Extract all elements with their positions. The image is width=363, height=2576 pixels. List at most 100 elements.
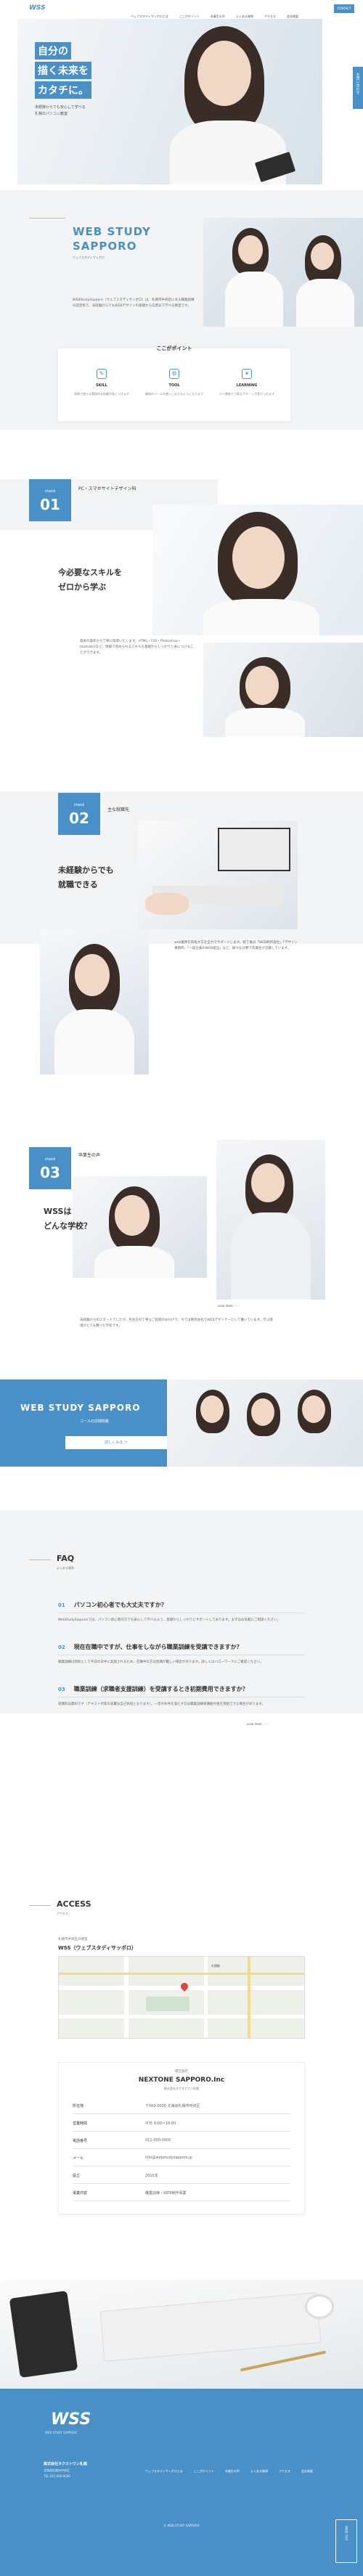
gear-icon: ⚙ (169, 369, 179, 379)
points-title: ここがポイント (156, 346, 192, 351)
row-key: 電話番号 (73, 2139, 88, 2143)
row-value: 職業訓練・WEB制作事業 (145, 2191, 187, 2196)
check03-more-link[interactable]: view more (218, 1304, 240, 1308)
page-top-button[interactable]: PAGE TOP (335, 2519, 357, 2563)
check-label: check (73, 803, 85, 807)
faq-kana: よくある質問 (57, 1566, 74, 1570)
feature-learning: ✦ LEARNING 少人数制で丁寧なサポートが受けられます (218, 369, 276, 396)
access-map[interactable]: 札幌駅 (58, 1956, 305, 2039)
faq-number: 01 (58, 1602, 65, 1608)
company-name: NEXTONE SAPPORO.Inc (138, 2076, 225, 2084)
nav-item-faq[interactable]: よくある質問 (236, 15, 253, 18)
footer-nav-item[interactable]: 卒業生の声 (225, 2469, 240, 2473)
check02-badge: check 02 (58, 793, 100, 835)
sparkle-icon: ✦ (242, 369, 252, 379)
check02-tag: 主な就職先 (107, 807, 130, 812)
company-row: 事業内容 職業訓練・WEB制作事業 (73, 2184, 290, 2201)
check03-image-2 (216, 1140, 325, 1300)
about-divider (29, 218, 65, 219)
row-value: 平日 9:00〜18:00 (145, 2121, 176, 2126)
about-kana: ウェブスタディサッポロ (73, 256, 105, 259)
footer-nav: ウェブスタディサッポロとは ここがポイント 卒業生の声 よくある質問 アクセス … (138, 2461, 313, 2475)
footer-address: 北海道札幌市中央区 (44, 2469, 70, 2472)
banner-image (167, 1379, 363, 1467)
company-row: 営業時間 平日 9:00〜18:00 (73, 2114, 290, 2132)
footer-nav-item[interactable]: ここがポイント (194, 2469, 214, 2473)
feature-tool: ⚙ TOOL 最新のツールを使いこなせるようになります (145, 369, 203, 396)
hero-heading: 自分の 描く未来を カタチに。 未経験からでも安心して学べる 札幌のパソコン教室 (35, 42, 91, 116)
row-key: メール (73, 2156, 84, 2161)
hero-sub2: 札幌のパソコン教室 (35, 112, 68, 116)
nav-item-access[interactable]: アクセス (264, 15, 276, 18)
footer-nav-item[interactable]: 会社概要 (301, 2469, 313, 2473)
check01-badge: check 01 (29, 479, 71, 521)
check-label: check (44, 489, 56, 494)
faq-question[interactable]: 03 職業訓練（求職者支援訓練）を受講するとき初期費用できますか？ (58, 1682, 305, 1697)
footer-nav-item[interactable]: アクセス (279, 2469, 290, 2473)
check01-image-main (152, 505, 363, 635)
company-row: 電話番号 011-000-0000 (73, 2132, 290, 2149)
check03-tag: 卒業生の声 (78, 1153, 101, 1158)
access-divider (29, 1905, 51, 1906)
feature-skill: ✎ SKILL 現場で使える実践的な知識が身につきます (73, 369, 131, 396)
nav-item-about[interactable]: ウェブスタディサッポロとは (131, 15, 168, 18)
hero-heading-line: 描く未来を (35, 62, 91, 79)
about-image (203, 218, 363, 327)
faq-answer: 受講料は無料です（テキスト代等の実費は自己負担となります）。一定の条件を満たす方… (58, 1703, 265, 1706)
map-station-label: 札幌駅 (211, 1964, 220, 1968)
check03-image-1 (73, 1176, 207, 1278)
access-title: ACCESS (57, 1899, 91, 1909)
contact-button[interactable]: CONTACT (334, 4, 354, 13)
nav-item-voice[interactable]: 卒業生の声 (211, 15, 225, 18)
hero-heading-line: 自分の (35, 42, 71, 60)
check01-tag: PC・スマホサイトデザイン科 (78, 486, 136, 492)
row-key: 所在地 (73, 2104, 84, 2108)
feature-label: SKILL (96, 383, 107, 388)
side-contact-tab[interactable]: お問い合わせ (353, 67, 363, 109)
about-body: WEBStudySapporo（ウェブスタディサッポロ）は、札幌市中央区にある職… (73, 298, 195, 308)
feature-label: LEARNING (236, 383, 258, 388)
hero-heading-line: カタチに。 (35, 81, 91, 99)
logo[interactable]: WSS (29, 4, 46, 12)
footer-nav-item[interactable]: ウェブスタディサッポロとは (145, 2469, 183, 2473)
faq-question-text: 現在在職中ですが、仕事をしながら職業訓練を受講できますか？ (73, 1644, 242, 1650)
check02-heading-line: 未経験からでも (58, 865, 114, 875)
faq-title: FAQ (57, 1554, 75, 1563)
check02-heading: 未経験からでも 就職できる (58, 864, 114, 890)
check03-body: 未経験からのスタートでしたが、先生方の丁寧なご指導のおかげで、今では制作会社でW… (80, 1318, 273, 1328)
company-row: 所在地 〒060-0000 北海道札幌市中央区 (73, 2097, 290, 2114)
check-number: 02 (69, 810, 89, 827)
row-key: 事業内容 (73, 2191, 88, 2196)
check-number: 01 (40, 496, 60, 513)
row-value: info@webstudysapporo.jp (145, 2156, 192, 2160)
company-sub: 株式会社ネクストワン札幌 (164, 2087, 199, 2090)
faq-question[interactable]: 02 現在在職中ですが、仕事をしながら職業訓練を受講できますか？ (58, 1639, 305, 1655)
row-key: 設立 (73, 2174, 81, 2178)
footer-company: 株式会社ネクストワン札幌 (44, 2462, 87, 2466)
footer-logo[interactable]: WSS (51, 2410, 91, 2429)
faq-more-link[interactable]: view more (247, 1722, 269, 1726)
side-contact-label: お問い合わせ (355, 73, 360, 94)
nav-item-points[interactable]: ここがポイント (179, 15, 200, 18)
nav-item-company[interactable]: 会社概要 (287, 15, 298, 18)
about-title-line: WEB STUDY (73, 225, 151, 238)
feature-text: 現場で使える実践的な知識が身につきます (74, 392, 129, 396)
banner-detail-button[interactable]: 詳しくみる ＞ (65, 1436, 167, 1449)
check-number: 03 (40, 1164, 60, 1181)
check03-heading-line: どんな学校？ (44, 1221, 91, 1231)
faq-question[interactable]: 01 パソコン初心者でも大丈夫ですか？ (58, 1597, 305, 1613)
feature-text: 少人数制で丁寧なサポートが受けられます (219, 392, 274, 396)
access-kana: アクセス (57, 1912, 68, 1915)
banner-title: WEB STUDY SAPPORO (20, 1403, 141, 1413)
footer-tel: TEL 011-000-0000 (44, 2474, 70, 2478)
footer-nav-item[interactable]: よくある質問 (250, 2469, 268, 2473)
faq-question-text: 職業訓練（求職者支援訓練）を受講するとき初期費用できますか？ (73, 1686, 248, 1692)
faq-answer: 職業訓練は原則として平日の日中に実施されるため、在職中の方は受講が難しい場合があ… (58, 1660, 264, 1664)
check02-heading-line: 就職できる (58, 880, 98, 889)
check03-heading: WSSは どんな学校？ (44, 1205, 91, 1231)
check01-heading: 今必要なスキルを ゼロから学ぶ (58, 566, 122, 592)
pen-icon: ✎ (97, 369, 107, 379)
page-top-label: PAGE TOP (344, 2526, 348, 2540)
row-value: 2015年 (145, 2174, 158, 2178)
hero-sub: 未経験からでも安心して学べる (35, 105, 86, 110)
